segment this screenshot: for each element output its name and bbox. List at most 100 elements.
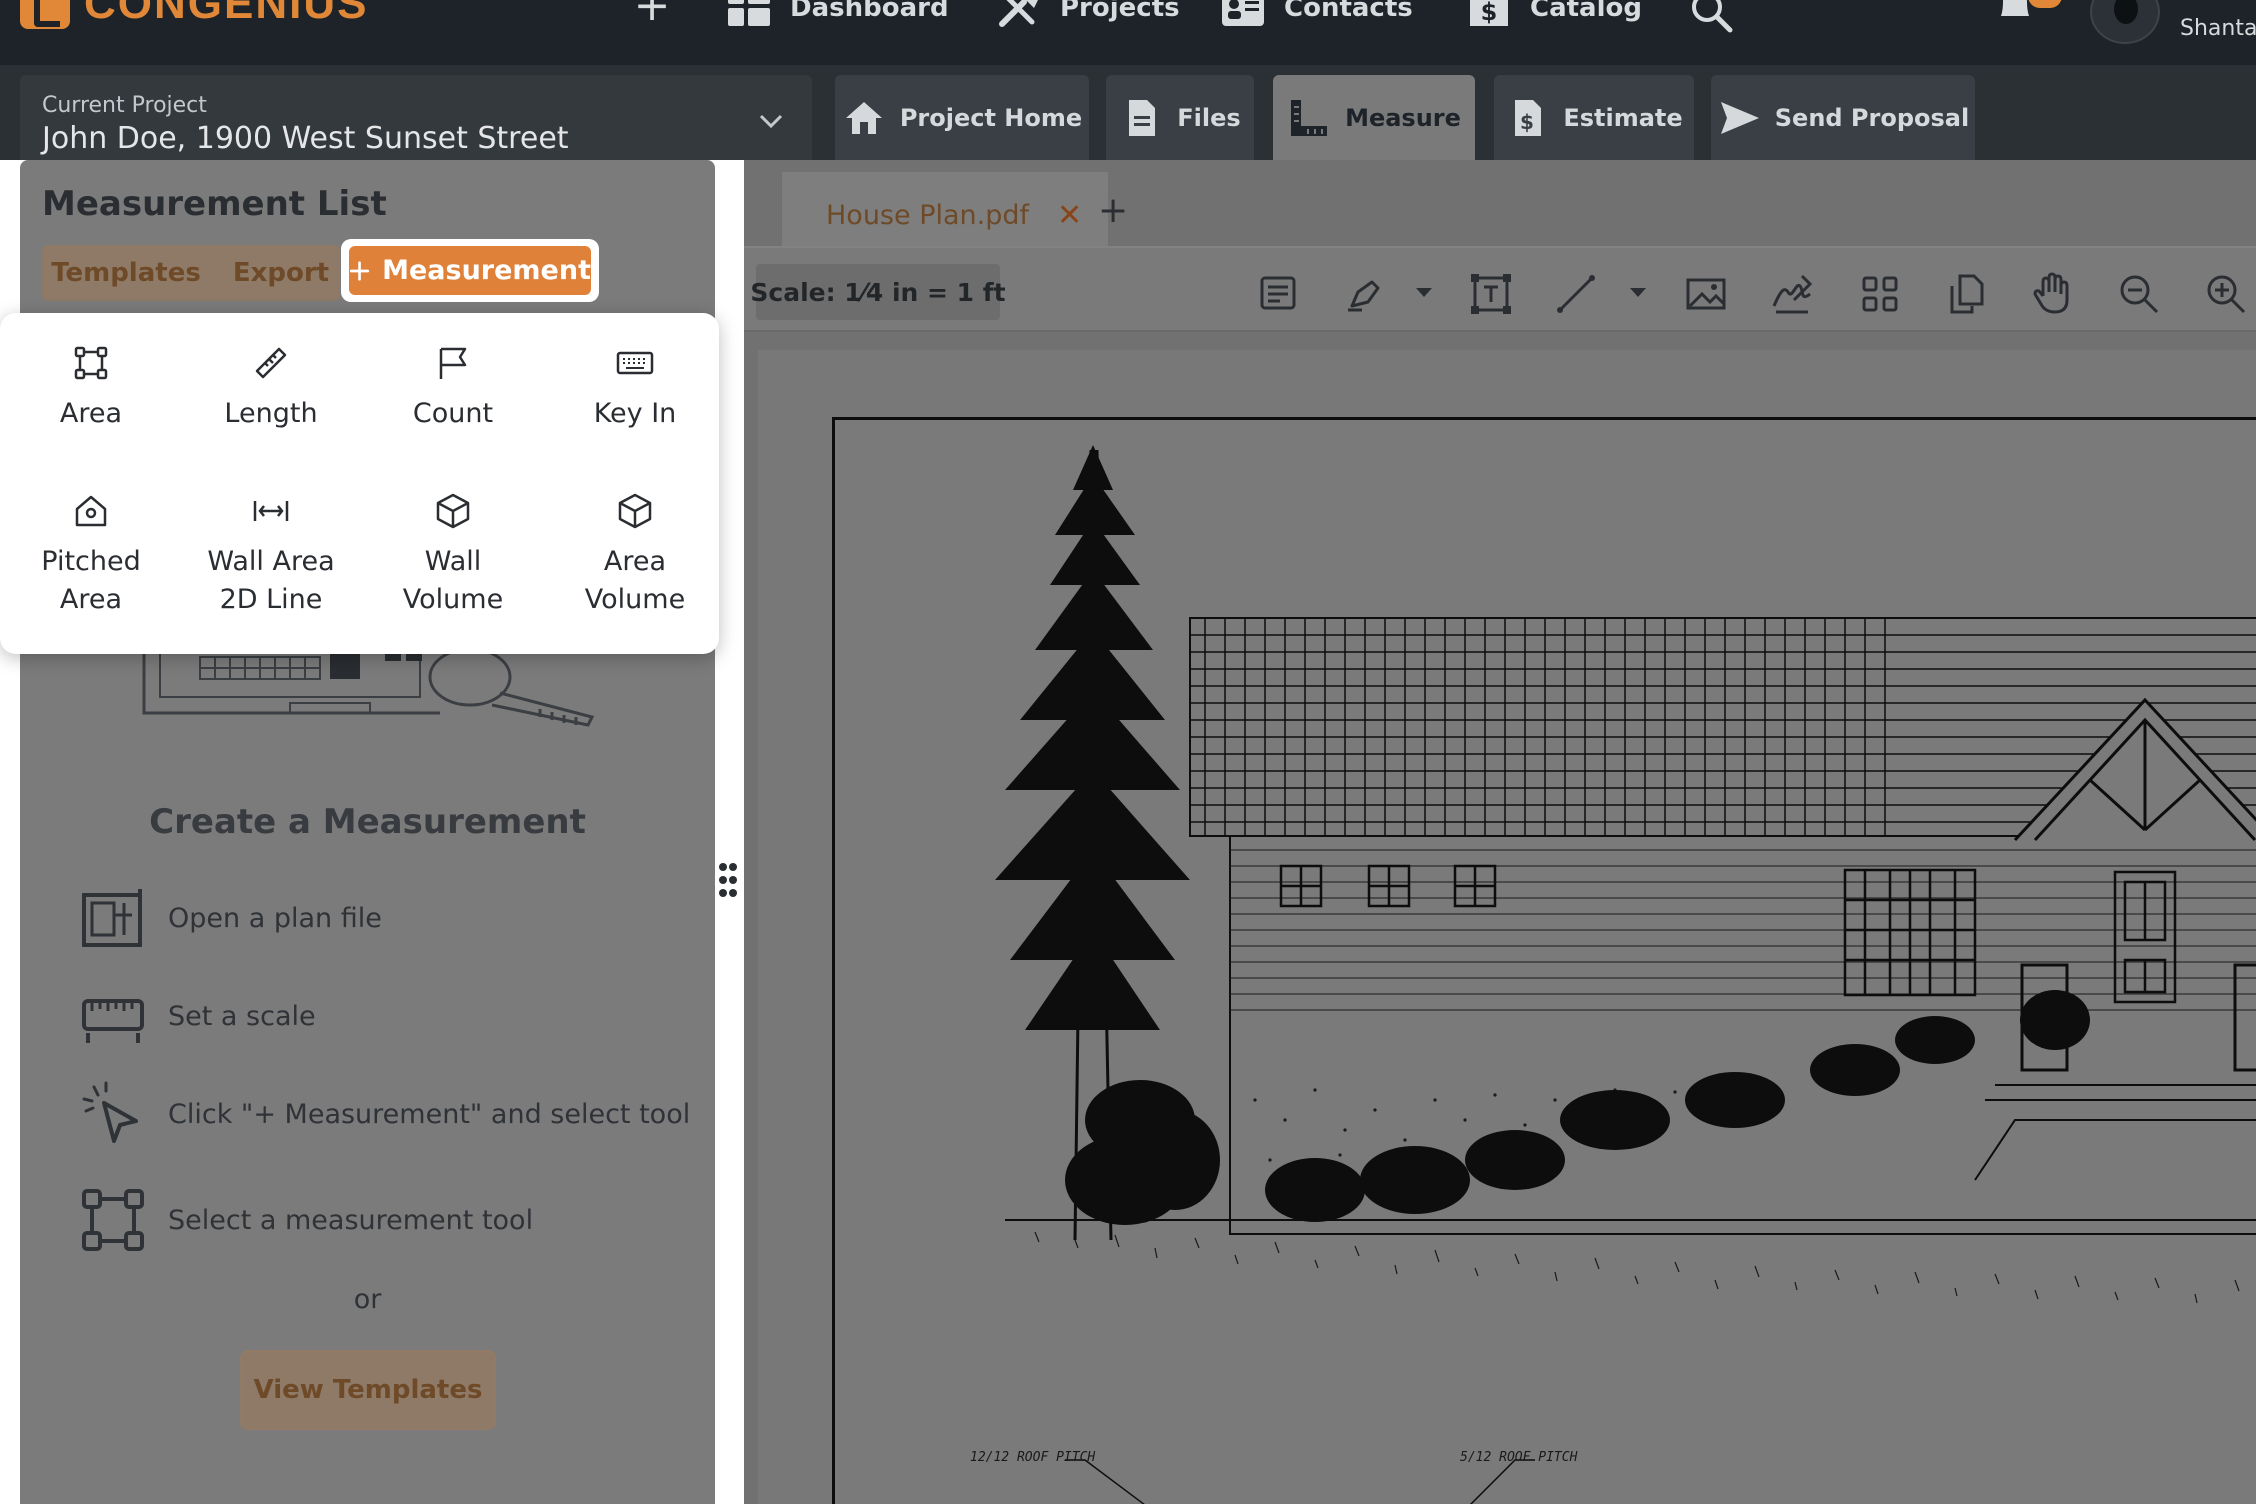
contacts-icon [1222, 0, 1264, 26]
zoom-in-tool[interactable] [2202, 270, 2250, 318]
plus-icon [349, 260, 370, 281]
keyboard-icon [616, 351, 654, 375]
svg-text:$: $ [1481, 0, 1498, 26]
note-icon [1260, 276, 1296, 310]
chevron-down-icon[interactable] [1630, 288, 1646, 297]
measure-ruler-icon [1291, 99, 1328, 136]
menu-item-length[interactable]: Length [180, 343, 362, 433]
width-arrows-icon [253, 501, 289, 521]
menu-item-area-volume[interactable]: Area Volume [544, 491, 726, 619]
tab-files[interactable]: Files [1106, 75, 1254, 160]
close-icon[interactable]: ✕ [1057, 198, 1082, 233]
roof-pitch-left-label: 12/12 ROOF PITCH [970, 1450, 1096, 1465]
file-tab-name: House Plan.pdf [826, 199, 1030, 231]
project-selector[interactable]: Current Project John Doe, 1900 West Suns… [20, 75, 812, 160]
nav-dashboard-label: Dashboard [790, 0, 949, 23]
menu-item-wall-area-2d-line[interactable]: Wall Area 2D Line [180, 491, 362, 619]
brand-logo[interactable]: CONGENIUS [20, 0, 368, 30]
nav-catalog[interactable]: $ Catalog [1464, 0, 1642, 30]
text-box-icon [1471, 274, 1511, 314]
menu-item-area[interactable]: Area [0, 343, 182, 433]
svg-text:$: $ [1520, 110, 1534, 134]
send-icon [1720, 101, 1759, 134]
hand-icon [2033, 272, 2069, 314]
area-icon [74, 346, 108, 380]
plan-toolbar: Scale: 1⁄4 in = 1 ft [744, 246, 2256, 332]
tab-label: Project Home [899, 103, 1083, 132]
tab-estimate[interactable]: $ Estimate [1494, 75, 1694, 160]
nav-catalog-label: Catalog [1530, 0, 1642, 23]
pan-tool[interactable] [2029, 270, 2077, 318]
house-plan-drawing[interactable]: 12/12 ROOF PITCH 5/12 ROOF PITCH [832, 417, 2256, 1504]
avatar[interactable] [2090, 0, 2160, 44]
menu-item-key-in[interactable]: Key In [544, 343, 726, 433]
plan-viewer: House Plan.pdf ✕ + Scale: 1⁄4 in = 1 ft [744, 160, 2256, 1504]
menu-item-label: Wall Volume [402, 546, 504, 615]
image-tool[interactable] [1682, 270, 1730, 318]
step-click-measurement: Click "+ Measurement" and select tool [80, 1081, 690, 1147]
menu-item-count[interactable]: Count [362, 343, 544, 433]
nav-contacts[interactable]: Contacts [1218, 0, 1413, 30]
add-measurement-button[interactable]: Measurement [341, 239, 599, 302]
menu-item-label: Key In [593, 398, 677, 429]
drag-handle-icon[interactable] [718, 862, 738, 898]
measurement-button-label: Measurement [382, 255, 591, 286]
line-tool[interactable] [1552, 270, 1600, 318]
menu-item-label: Length [224, 398, 318, 429]
tab-label: Estimate [1563, 103, 1683, 132]
measurement-type-menu: Area Length Count Key In Pitched Area Wa… [0, 313, 719, 654]
estimate-icon: $ [1515, 99, 1542, 136]
ruler-icon [255, 347, 287, 379]
file-icon [1129, 99, 1156, 136]
menu-item-label: Wall Area 2D Line [207, 546, 335, 615]
bell-icon[interactable] [1993, 0, 2037, 30]
step-label: Select a measurement tool [168, 1204, 534, 1236]
project-label: Current Project [42, 93, 207, 118]
project-bar: Current Project John Doe, 1900 West Suns… [0, 65, 2256, 160]
roof-pitch-right-label: 5/12 ROOF PITCH [1460, 1450, 1578, 1465]
grid-tool[interactable] [1856, 270, 1904, 318]
cube-icon [618, 493, 652, 529]
step-label: Open a plan file [168, 902, 382, 934]
house-pitch-icon [75, 495, 107, 527]
tab-project-home[interactable]: Project Home [835, 75, 1089, 160]
search-icon[interactable] [1688, 0, 1734, 34]
logo-icon [20, 0, 70, 29]
nav-projects[interactable]: Projects [994, 0, 1180, 30]
menu-item-pitched-area[interactable]: Pitched Area [0, 491, 182, 619]
dashboard-icon [728, 0, 770, 26]
menu-item-label: Count [412, 398, 494, 429]
tab-label: Send Proposal [1774, 103, 1970, 132]
tab-measure[interactable]: Measure [1273, 75, 1475, 160]
tools-icon [999, 0, 1038, 27]
chevron-down-icon[interactable] [1416, 288, 1432, 297]
nav-dashboard[interactable]: Dashboard [724, 0, 949, 30]
tape-measure-illustration [120, 647, 620, 747]
view-templates-button[interactable]: View Templates [240, 1350, 496, 1430]
signature-icon [1772, 274, 1813, 314]
add-icon[interactable]: + [630, 0, 674, 30]
tab-send-proposal[interactable]: Send Proposal [1711, 75, 1975, 160]
or-text: or [353, 1284, 382, 1315]
home-icon [845, 101, 882, 134]
copy-icon [1950, 274, 1984, 314]
tab-label: Measure [1345, 103, 1461, 132]
cube-icon [436, 493, 470, 529]
menu-item-wall-volume[interactable]: Wall Volume [362, 491, 544, 619]
highlighter-tool[interactable] [1340, 270, 1388, 318]
copy-tool[interactable] [1942, 270, 1990, 318]
highlighter-icon [1348, 280, 1380, 312]
grid-icon [1862, 276, 1898, 312]
signature-tool[interactable] [1768, 270, 1816, 318]
nav-projects-label: Projects [1060, 0, 1180, 23]
scale-indicator[interactable]: Scale: 1⁄4 in = 1 ft [750, 264, 1006, 320]
menu-item-label: Area Volume [584, 546, 686, 615]
export-button[interactable]: Export [222, 245, 340, 301]
floor-plan-icon [82, 889, 142, 947]
note-tool[interactable] [1254, 270, 1302, 318]
templates-chip[interactable]: Templates [42, 245, 210, 301]
add-file-tab-button[interactable]: + [1098, 190, 1128, 231]
text-tool[interactable] [1467, 270, 1515, 318]
zoom-out-tool[interactable] [2115, 270, 2163, 318]
user-name: Shanta [2180, 16, 2256, 41]
